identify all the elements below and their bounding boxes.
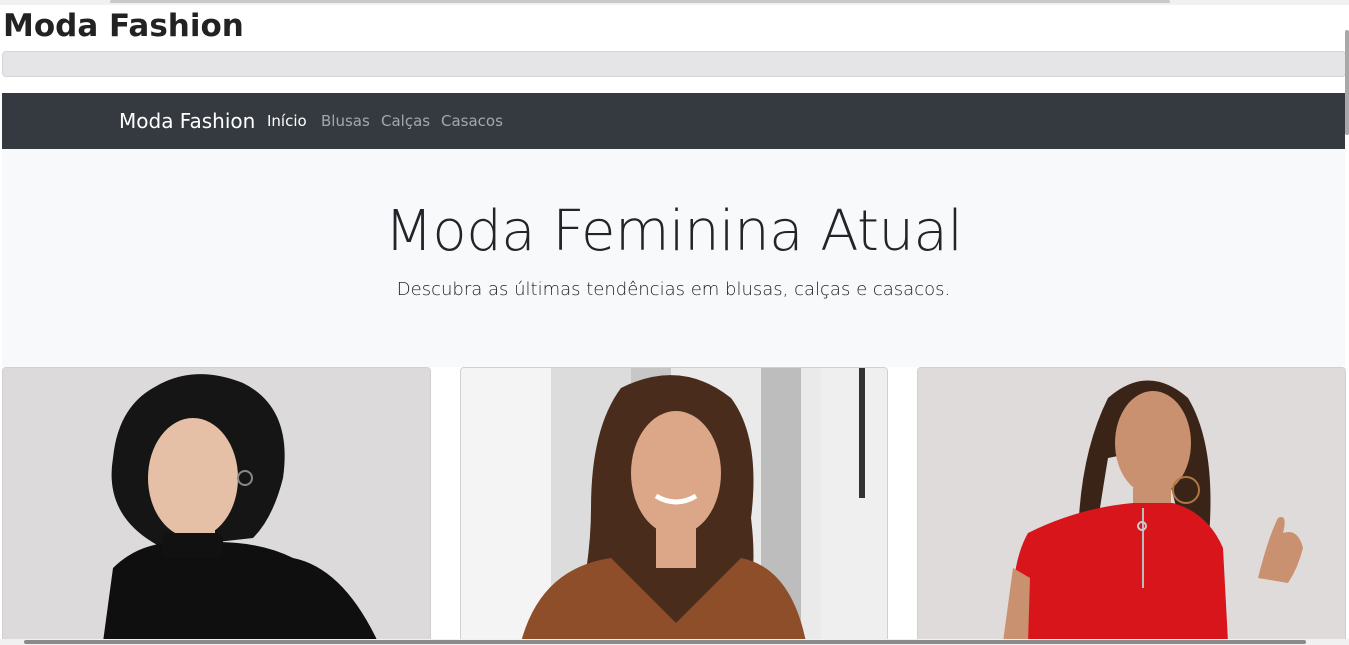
nav-link-calcas[interactable]: Calças	[381, 112, 430, 130]
top-scroll-indicator	[110, 0, 1170, 3]
nav-link-inicio[interactable]: Início	[267, 112, 307, 130]
horizontal-scrollbar[interactable]	[0, 639, 1349, 645]
browser-top-strip	[0, 0, 1349, 5]
product-card-3[interactable]	[917, 367, 1346, 643]
product-card-1[interactable]	[2, 367, 431, 643]
product-card-2[interactable]	[460, 367, 888, 643]
hero-subtitle: Descubra as últimas tendências em blusas…	[396, 279, 951, 300]
navbar-brand[interactable]: Moda Fashion	[119, 109, 255, 133]
empty-bar	[2, 51, 1346, 77]
product-image-red-top	[918, 368, 1345, 642]
hero-section: Moda Feminina Atual Descubra as últimas …	[2, 149, 1345, 367]
nav-link-casacos[interactable]: Casacos	[441, 112, 503, 130]
vertical-scrollbar[interactable]	[1345, 30, 1349, 135]
horizontal-scrollbar-thumb[interactable]	[24, 640, 1306, 644]
hero-title: Moda Feminina Atual	[384, 199, 963, 264]
product-image-brown-blouse	[461, 368, 887, 642]
product-image-black-sweater	[3, 368, 430, 642]
main-navbar: Moda Fashion Início Blusas Calças Casaco…	[2, 93, 1345, 149]
nav-link-blusas[interactable]: Blusas	[321, 112, 370, 130]
page-title: Moda Fashion	[3, 8, 244, 44]
